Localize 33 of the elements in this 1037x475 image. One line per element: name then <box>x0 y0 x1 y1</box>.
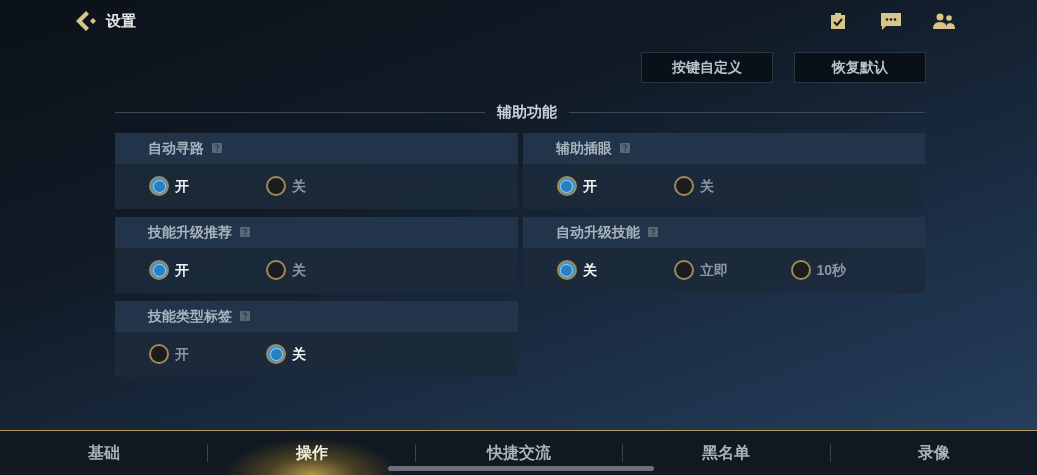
radio-option[interactable]: 关 <box>266 175 383 197</box>
help-icon[interactable] <box>240 311 250 321</box>
radio-option[interactable]: 关 <box>266 259 383 281</box>
friends-icon[interactable] <box>933 13 955 29</box>
help-icon[interactable] <box>647 227 658 237</box>
radio-option[interactable]: 开 <box>149 175 266 197</box>
bottom-tab[interactable]: 录像 <box>830 430 1037 475</box>
radio-option[interactable]: 关 <box>556 259 674 281</box>
bottom-tab[interactable]: 黑名单 <box>623 430 830 475</box>
radio-option[interactable]: 立即 <box>673 259 791 281</box>
radio-option[interactable]: 开 <box>149 259 266 281</box>
help-icon[interactable] <box>619 143 630 153</box>
setting-label: 技能类型标签 <box>148 306 232 326</box>
section-title: 辅助功能 <box>495 102 558 122</box>
action-button[interactable]: 按键自定义 <box>641 52 773 83</box>
chat-icon[interactable] <box>881 12 901 30</box>
radio-option[interactable]: 关 <box>673 175 791 197</box>
setting-label: 技能升级推荐 <box>148 222 232 242</box>
clipboard-check-icon[interactable] <box>829 12 847 30</box>
page-title: 设置 <box>106 10 136 31</box>
radio-option[interactable]: 10秒 <box>790 259 908 281</box>
setting-label: 自动寻路 <box>148 138 204 158</box>
setting-label: 辅助插眼 <box>555 138 612 158</box>
radio-option[interactable]: 开 <box>556 175 674 197</box>
radio-option[interactable]: 关 <box>266 343 383 365</box>
setting-label: 自动升级技能 <box>555 222 640 242</box>
back-icon[interactable] <box>74 10 98 32</box>
radio-option[interactable]: 开 <box>149 343 266 365</box>
help-icon[interactable] <box>212 143 222 153</box>
action-button[interactable]: 恢复默认 <box>794 52 926 83</box>
help-icon[interactable] <box>240 227 250 237</box>
bottom-tab[interactable]: 基础 <box>0 430 208 475</box>
bottom-tab[interactable]: 快捷交流 <box>415 430 623 475</box>
